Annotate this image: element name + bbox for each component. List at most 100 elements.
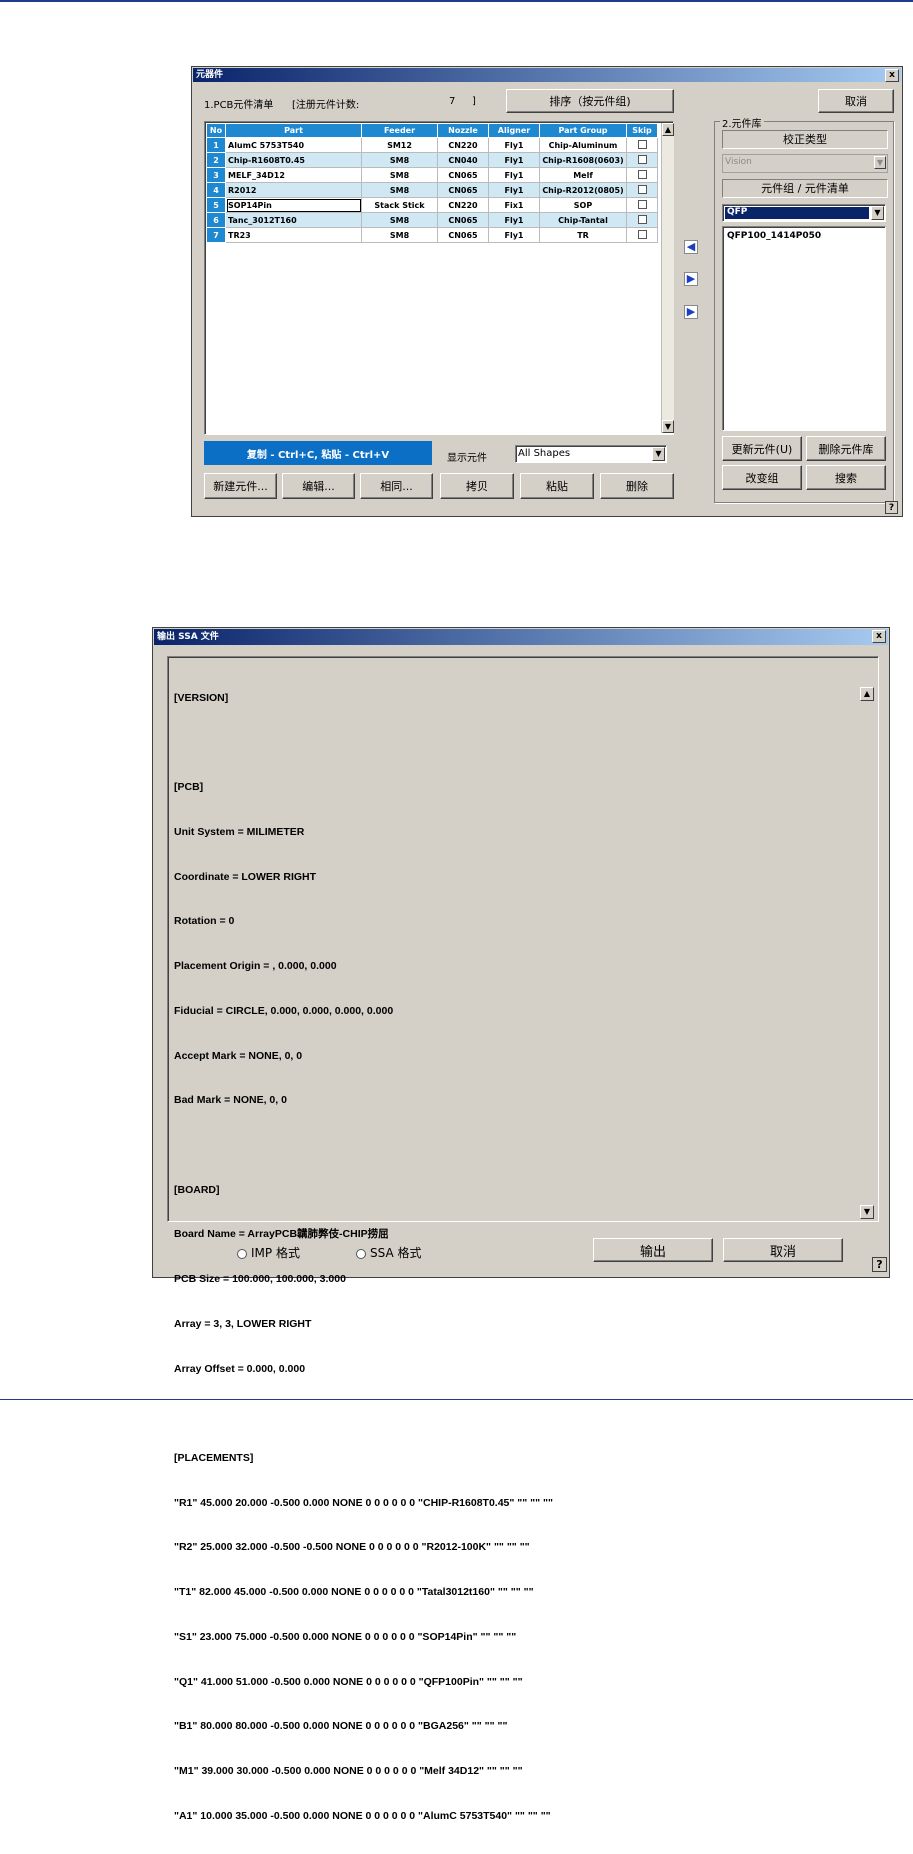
edit-button[interactable]: 编辑... xyxy=(282,473,355,499)
table-row[interactable]: 3 MELF_34D12 SM8 CN065 Fly1 Melf xyxy=(206,167,658,183)
paste-button[interactable]: 粘贴 xyxy=(520,473,594,499)
row-feeder[interactable]: SM12 xyxy=(361,137,438,153)
col-header-aligner[interactable]: Aligner xyxy=(488,123,540,138)
row-aligner[interactable]: Fly1 xyxy=(488,227,540,243)
table-row[interactable]: 2 Chip-R1608T0.45 SM8 CN040 Fly1 Chip-R1… xyxy=(206,152,658,168)
close-icon[interactable]: x xyxy=(885,69,899,82)
row-feeder[interactable]: SM8 xyxy=(361,182,438,198)
content-scrollbar[interactable]: ▲ ▼ xyxy=(860,687,874,1219)
col-header-feeder[interactable]: Feeder xyxy=(361,123,438,138)
copy-button[interactable]: 拷贝 xyxy=(440,473,514,499)
help-icon[interactable]: ? xyxy=(885,501,898,514)
skip-checkbox[interactable] xyxy=(637,214,647,224)
ssa-radio-icon[interactable] xyxy=(356,1248,366,1259)
row-nozzle[interactable]: CN220 xyxy=(437,137,489,153)
new-part-button[interactable]: 新建元件... xyxy=(204,473,277,499)
ssa-content-area[interactable]: [VERSION] [PCB] Unit System = MILIMETER … xyxy=(167,656,879,1822)
row-part-group[interactable]: SOP xyxy=(539,197,627,213)
skip-checkbox[interactable] xyxy=(637,199,647,209)
row-aligner[interactable]: Fly1 xyxy=(488,212,540,228)
row-part-group[interactable]: Chip-R1608(0603) xyxy=(539,152,627,168)
list-item[interactable]: QFP100_1414P050 xyxy=(727,231,821,241)
group-select[interactable]: QFP ▼ xyxy=(722,204,886,222)
row-skip[interactable] xyxy=(626,182,658,198)
col-header-skip[interactable]: Skip xyxy=(626,123,658,138)
update-part-button[interactable]: 更新元件(U) xyxy=(722,436,802,461)
scroll-up-icon[interactable]: ▲ xyxy=(662,123,674,136)
table-scrollbar[interactable]: ▲ ▼ xyxy=(661,123,674,433)
row-part-group[interactable]: Chip-Tantal xyxy=(539,212,627,228)
search-button[interactable]: 搜索 xyxy=(806,465,886,490)
row-nozzle[interactable]: CN220 xyxy=(437,197,489,213)
calib-type-select[interactable]: Vision ▼ xyxy=(722,154,888,173)
scroll-down-icon[interactable]: ▼ xyxy=(662,420,674,433)
row-part[interactable]: R2012 xyxy=(225,182,362,198)
row-nozzle[interactable]: CN065 xyxy=(437,227,489,243)
row-skip[interactable] xyxy=(626,152,658,168)
same-button[interactable]: 相同... xyxy=(360,473,433,499)
row-nozzle[interactable]: CN065 xyxy=(437,167,489,183)
row-aligner[interactable]: Fly1 xyxy=(488,137,540,153)
row-part-group[interactable]: Melf xyxy=(539,167,627,183)
chevron-down-icon[interactable]: ▼ xyxy=(871,206,884,220)
col-header-nozzle[interactable]: Nozzle xyxy=(437,123,489,138)
row-nozzle[interactable]: CN065 xyxy=(437,212,489,228)
row-skip[interactable] xyxy=(626,197,658,213)
row-skip[interactable] xyxy=(626,167,658,183)
row-feeder[interactable]: SM8 xyxy=(361,152,438,168)
close-icon[interactable]: x xyxy=(872,630,886,643)
imp-radio-icon[interactable] xyxy=(237,1248,247,1259)
row-nozzle[interactable]: CN040 xyxy=(437,152,489,168)
chevron-down-icon[interactable]: ▼ xyxy=(652,447,665,461)
row-aligner[interactable]: Fly1 xyxy=(488,167,540,183)
row-part-group[interactable]: Chip-R2012(0805) xyxy=(539,182,627,198)
help-icon[interactable]: ? xyxy=(872,1257,887,1272)
col-header-part[interactable]: Part xyxy=(225,123,362,138)
cancel-button[interactable]: 取消 xyxy=(723,1238,843,1262)
imp-format-radio[interactable]: IMP 格式 xyxy=(237,1244,300,1261)
row-part-selected[interactable]: SOP14Pin xyxy=(225,197,362,213)
row-part[interactable]: TR23 xyxy=(225,227,362,243)
row-skip[interactable] xyxy=(626,227,658,243)
row-feeder[interactable]: SM8 xyxy=(361,167,438,183)
row-part[interactable]: Tanc_3012T160 xyxy=(225,212,362,228)
col-header-no[interactable]: No xyxy=(206,123,226,138)
delete-library-button[interactable]: 删除元件库 xyxy=(806,436,886,461)
row-part-group[interactable]: Chip-Aluminum xyxy=(539,137,627,153)
arrow-left-icon[interactable]: ◀ xyxy=(684,240,698,254)
chevron-down-icon[interactable]: ▼ xyxy=(874,156,886,169)
row-part[interactable]: Chip-R1608T0.45 xyxy=(225,152,362,168)
skip-checkbox[interactable] xyxy=(637,139,647,149)
skip-checkbox[interactable] xyxy=(637,184,647,194)
skip-checkbox[interactable] xyxy=(637,154,647,164)
table-row[interactable]: 5 SOP14Pin Stack Stick CN220 Fix1 SOP xyxy=(206,197,658,213)
row-skip[interactable] xyxy=(626,137,658,153)
sort-by-group-button[interactable]: 排序（按元件组) xyxy=(506,89,674,113)
scroll-up-icon[interactable]: ▲ xyxy=(860,687,874,701)
row-part[interactable]: MELF_34D12 xyxy=(225,167,362,183)
arrow-right-icon[interactable]: ▶ xyxy=(684,272,698,286)
row-aligner[interactable]: Fix1 xyxy=(488,197,540,213)
delete-button[interactable]: 删除 xyxy=(600,473,674,499)
col-header-part-group[interactable]: Part Group xyxy=(539,123,627,138)
table-row[interactable]: 6 Tanc_3012T160 SM8 CN065 Fly1 Chip-Tant… xyxy=(206,212,658,228)
skip-checkbox[interactable] xyxy=(637,169,647,179)
row-skip[interactable] xyxy=(626,212,658,228)
table-row[interactable]: 7 TR23 SM8 CN065 Fly1 TR xyxy=(206,227,658,243)
scroll-down-icon[interactable]: ▼ xyxy=(860,1205,874,1219)
row-part-group[interactable]: TR xyxy=(539,227,627,243)
table-row[interactable]: 1 AlumC 5753T540 SM12 CN220 Fly1 Chip-Al… xyxy=(206,137,658,153)
row-feeder[interactable]: SM8 xyxy=(361,212,438,228)
cancel-button[interactable]: 取消 xyxy=(818,89,894,113)
row-aligner[interactable]: Fly1 xyxy=(488,182,540,198)
output-button[interactable]: 输出 xyxy=(593,1238,713,1262)
row-feeder[interactable]: SM8 xyxy=(361,227,438,243)
skip-checkbox[interactable] xyxy=(637,229,647,239)
change-group-button[interactable]: 改变组 xyxy=(722,465,802,490)
row-aligner[interactable]: Fly1 xyxy=(488,152,540,168)
row-feeder[interactable]: Stack Stick xyxy=(361,197,438,213)
ssa-format-radio[interactable]: SSA 格式 xyxy=(356,1244,421,1261)
table-row[interactable]: 4 R2012 SM8 CN065 Fly1 Chip-R2012(0805) xyxy=(206,182,658,198)
library-parts-list[interactable]: QFP100_1414P050 xyxy=(722,226,886,431)
arrow-right-all-icon[interactable]: ▶ xyxy=(684,305,698,319)
